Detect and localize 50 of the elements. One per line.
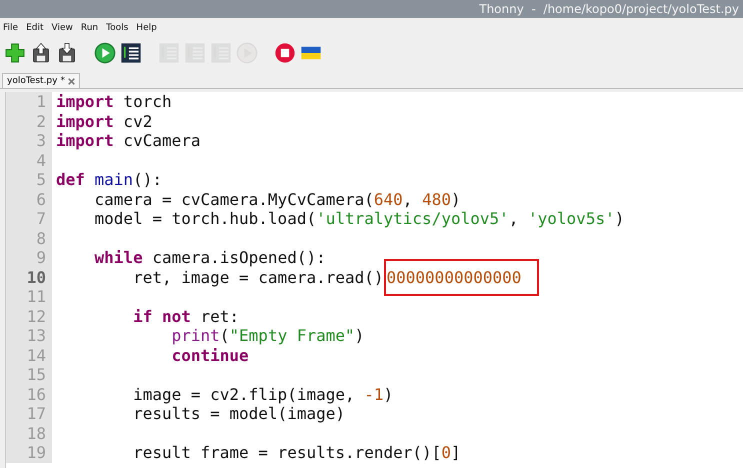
- line-number: 10: [6, 268, 52, 287]
- line-number: 18: [6, 424, 52, 443]
- plus-icon[interactable]: [4, 42, 26, 64]
- code-line: results = model(image): [132, 404, 345, 424]
- code-line: def main():: [56, 170, 162, 190]
- line-number: 14: [6, 346, 52, 365]
- window-title: Thonny - /home/kopo0/project/yoloTest.py: [479, 2, 739, 16]
- line-number: 11: [6, 287, 52, 306]
- code-line: print("Empty Frame"): [170, 326, 364, 346]
- menu-item[interactable]: Run: [80, 23, 98, 33]
- line-number: 8: [6, 228, 52, 248]
- code-line: import cv2: [56, 112, 152, 131]
- line-number: 17: [6, 404, 52, 424]
- line-number: 12: [6, 306, 52, 326]
- play-icon[interactable]: [94, 42, 116, 64]
- code-line: camera = cvCamera.MyCvCamera(640, 480): [94, 190, 461, 209]
- stop-icon[interactable]: [274, 42, 296, 64]
- line-number: 15: [6, 365, 52, 384]
- menu-item[interactable]: Help: [136, 23, 157, 33]
- menu-item[interactable]: File: [3, 23, 18, 33]
- line-number: 2: [6, 112, 52, 131]
- upload-icon[interactable]: [30, 42, 52, 64]
- line-number: 1: [6, 92, 52, 112]
- tab-label: yoloTest.py: [7, 76, 58, 86]
- line-number: 4: [6, 150, 52, 170]
- code-line: while camera.isOpened():: [94, 248, 326, 268]
- modified-mark: *: [60, 76, 65, 86]
- close-icon[interactable]: [68, 78, 75, 84]
- line-number: 19: [6, 443, 52, 462]
- code-line: continue: [170, 346, 249, 365]
- code-line: if not ret:: [132, 306, 240, 326]
- file-tab[interactable]: yoloTest.py *: [2, 73, 80, 88]
- line-number: 3: [6, 131, 52, 150]
- menu-item[interactable]: Tools: [106, 23, 128, 33]
- menu-item[interactable]: Edit: [26, 23, 44, 33]
- highlight-box: 00000000000000: [384, 258, 540, 296]
- code-line: import cvCamera: [56, 131, 200, 150]
- code-line: image = cv2.flip(image, -1): [132, 384, 394, 404]
- line-number: 6: [6, 190, 52, 209]
- list-icon[interactable]: [120, 42, 142, 64]
- code-line: result frame = results.render()[0]: [132, 443, 461, 462]
- download-icon[interactable]: [56, 42, 78, 64]
- line-number: 16: [6, 384, 52, 404]
- code-line: import torch: [56, 92, 172, 112]
- menu-item[interactable]: View: [52, 23, 73, 33]
- line-number: 7: [6, 209, 52, 228]
- code-line: model = torch.hub.load('ultralytics/yolov5', 'yolov5s'): [94, 209, 624, 228]
- line-number: 13: [6, 326, 52, 346]
- line-number: 9: [6, 248, 52, 268]
- line-number: 5: [6, 170, 52, 190]
